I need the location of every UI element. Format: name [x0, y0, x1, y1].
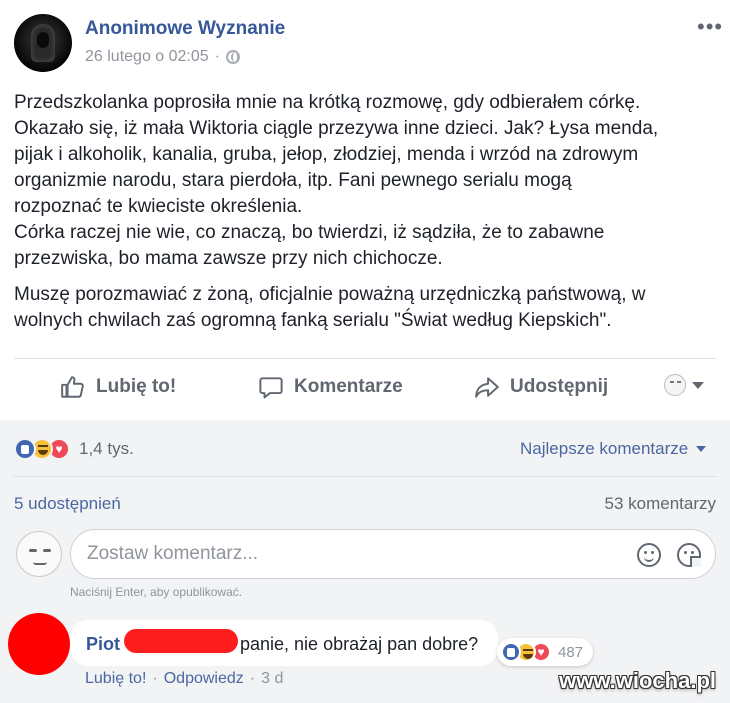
current-user-avatar — [16, 531, 62, 577]
globe-icon[interactable] — [226, 50, 240, 64]
comment-time[interactable]: 3 d — [261, 670, 283, 688]
more-options-icon[interactable]: ••• — [697, 14, 723, 40]
avatar-eye-left — [29, 549, 37, 552]
user-avatar-icon — [664, 374, 686, 396]
comment-sort-label: Najlepsze komentarze — [520, 439, 689, 458]
reactions-count: 1,4 tys. — [79, 439, 134, 458]
comment-like-link[interactable]: Lubię to! — [85, 670, 146, 688]
post-timestamp[interactable]: 26 lutego o 02:05 — [85, 48, 209, 66]
shares-count[interactable]: 5 udostępnień — [14, 494, 121, 514]
comment-button[interactable]: Komentarze — [258, 374, 403, 400]
sticker-icon[interactable] — [677, 543, 701, 567]
comment-sort-dropdown[interactable]: Najlepsze komentarze — [520, 439, 707, 459]
comments-count[interactable]: 53 komentarzy — [605, 494, 717, 514]
comment-separator: · — [152, 670, 158, 687]
composer-hint: Naciśnij Enter, aby opublikować. — [70, 585, 243, 599]
comment-reply-link[interactable]: Odpowiedz — [164, 670, 244, 688]
like-reaction-icon — [501, 642, 521, 662]
post-meta: 26 lutego o 02:05 · — [85, 48, 240, 66]
avatar-mouth — [33, 562, 47, 565]
post-paragraph: Muszę porozmawiać z żoną, oficjalnie pow… — [14, 284, 646, 331]
post-paragraph: Przedszkolanka poprosiła mnie na krótką … — [14, 92, 659, 269]
emoji-icon[interactable] — [637, 543, 661, 567]
comment-text: panie, nie obrażaj pan dobre? — [240, 634, 479, 654]
post-text: Przedszkolanka poprosiła mnie na krótką … — [14, 90, 714, 334]
comment-input[interactable] — [87, 542, 627, 566]
comment-icon — [259, 377, 283, 399]
stats-divider — [14, 476, 716, 477]
page-avatar[interactable] — [14, 14, 72, 72]
comment-actions: Lubię to! · Odpowiedz · 3 d — [85, 670, 283, 688]
reactions-summary[interactable]: 1,4 tys. — [14, 438, 134, 460]
like-button[interactable]: Lubię to! — [60, 374, 176, 400]
avatar-eye-right — [43, 549, 51, 552]
comment-reactions[interactable]: 487 — [497, 638, 594, 666]
share-arrow-icon — [475, 377, 499, 398]
avatar-face-shadow — [37, 32, 49, 48]
comment-bubble: Piot panie, nie obrażaj pan dobre? — [70, 620, 498, 666]
post-card: Anonimowe Wyznanie 26 lutego o 02:05 · •… — [0, 0, 730, 420]
post-actions-bar: Lubię to! Komentarze Udostępnij — [0, 360, 730, 418]
commenter-name[interactable]: Piot — [86, 634, 120, 655]
chevron-down-icon — [696, 446, 707, 452]
comment-composer[interactable] — [70, 529, 716, 579]
post-as-selector[interactable] — [664, 374, 704, 396]
actions-divider — [14, 358, 716, 359]
redacted-commenter-avatar — [8, 613, 70, 675]
thumbs-up-icon — [61, 376, 84, 398]
like-label: Lubię to! — [96, 376, 177, 397]
like-reaction-icon — [14, 438, 36, 460]
post-author[interactable]: Anonimowe Wyznanie — [85, 18, 285, 40]
chevron-down-icon — [692, 381, 704, 389]
site-watermark: www.wiocha.pl — [559, 668, 716, 693]
share-label: Udostępnij — [510, 376, 609, 397]
comment-label: Komentarze — [294, 376, 403, 397]
meta-separator: · — [214, 48, 220, 65]
comment-separator: · — [249, 670, 256, 687]
share-button[interactable]: Udostępnij — [474, 374, 608, 400]
comment-reactions-count: 487 — [558, 643, 584, 661]
redacted-name-block — [124, 629, 238, 653]
